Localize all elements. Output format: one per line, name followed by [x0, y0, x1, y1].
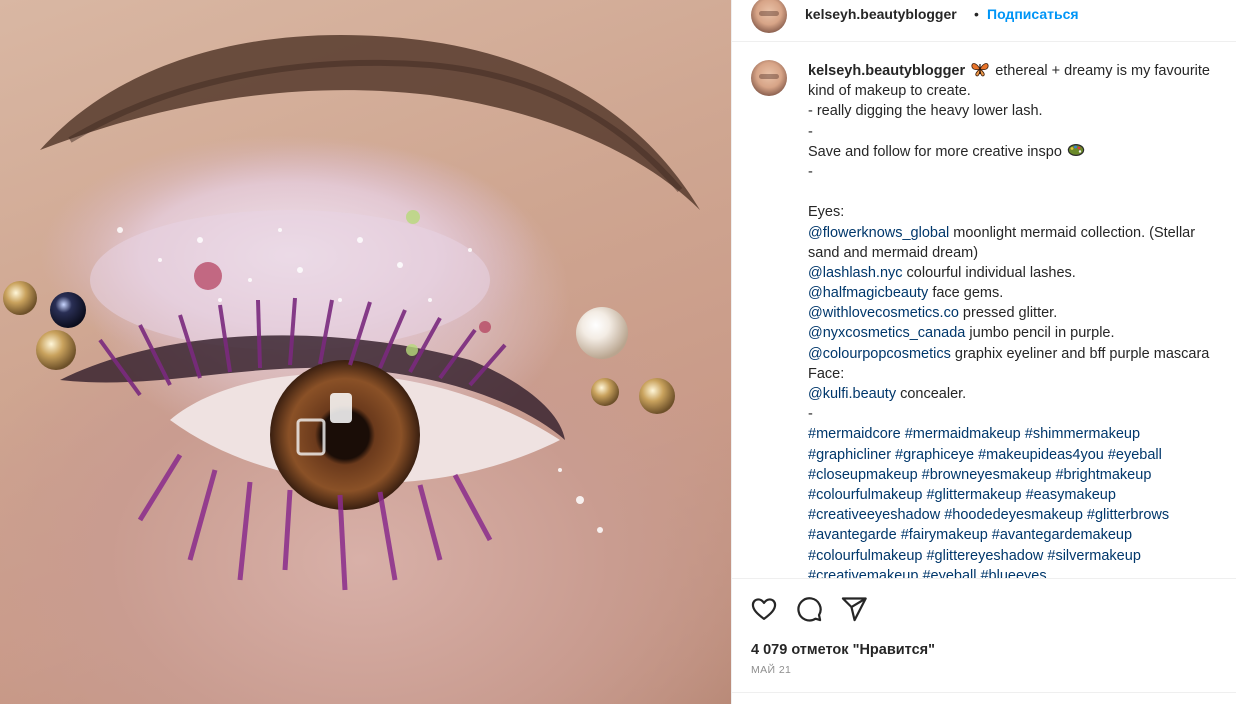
mention-link[interactable]: @halfmagicbeauty [808, 285, 928, 301]
caption-line: #mermaidcore #mermaidmakeup #shimmermake… [808, 424, 1236, 444]
follow-button[interactable]: Подписаться [987, 6, 1079, 22]
caption-text: - really digging the heavy lower lash. [808, 103, 1043, 120]
caption-text: pressed glitter. [958, 305, 1058, 322]
hashtag-link[interactable]: #graphicliner #graphiceye #makeupideas4y… [808, 447, 1162, 463]
comment-icon[interactable] [795, 595, 823, 623]
author-avatar[interactable] [751, 0, 787, 33]
caption-text: face gems. [928, 285, 1004, 302]
caption-line: #colourfulmakeup #glittereyeshadow #silv… [808, 546, 1236, 566]
caption-text: concealer. [896, 386, 967, 402]
caption-line: @kulfi.beauty concealer. [808, 384, 1236, 404]
caption-line: #avantegarde #fairymakeup #avantegardema… [808, 525, 1236, 545]
butterfly-emoji-icon [971, 63, 989, 77]
post-date[interactable]: МАЙ 21 [751, 664, 791, 676]
mention-link[interactable]: @withlovecosmetics.co [808, 305, 959, 321]
post-side-panel: kelseyh.beautyblogger • Подписаться kels… [731, 0, 1236, 704]
caption-line: - really digging the heavy lower lash. [808, 101, 1236, 121]
caption-line: #creativemakeup #eyeball #blueeyes [808, 566, 1236, 578]
caption-lines: kind of makeup to create. - really diggin… [808, 81, 1236, 578]
post-caption: kelseyh.beautyblogger ethereal + dreamy … [808, 61, 1236, 578]
caption-text: - [808, 406, 813, 423]
post-actions: 4 079 отметок "Нравится" МАЙ 21 [732, 578, 1236, 704]
caption-line: Eyes: [808, 202, 1236, 222]
hashtag-link[interactable]: #colourfulmakeup #glittermakeup #easymak… [808, 487, 1116, 503]
caption-line: - [808, 404, 1236, 424]
caption-line: @withlovecosmetics.co pressed glitter. [808, 303, 1236, 323]
hashtag-link[interactable]: #mermaidcore #mermaidmakeup #shimmermake… [808, 426, 1140, 442]
caption-line: sand and mermaid dream) [808, 243, 1236, 263]
caption-line: @nyxcosmetics_canada jumbo pencil in pur… [808, 323, 1236, 343]
caption-text: Save and follow for more creative inspo [808, 143, 1062, 160]
palette-emoji-icon [1067, 143, 1085, 156]
hashtag-link[interactable]: #creativemakeup #eyeball #blueeyes [808, 568, 1047, 578]
caption-text: Face: [808, 365, 845, 382]
caption-line: @flowerknows_global moonlight mermaid co… [808, 223, 1236, 243]
mention-link[interactable]: @flowerknows_global [808, 225, 949, 241]
caption-text: - [808, 123, 813, 140]
author-username[interactable]: kelseyh.beautyblogger [805, 6, 957, 22]
caption-text: moonlight mermaid collection. (Stellar [949, 224, 1196, 241]
caption-line: #closeupmakeup #browneyesmakeup #brightm… [808, 465, 1236, 485]
hashtag-link[interactable]: #avantegarde #fairymakeup #avantegardema… [808, 527, 1132, 543]
caption-line [808, 182, 1236, 202]
eye-makeup-illustration [3, 34, 700, 591]
caption-line: #graphicliner #graphiceye #makeupideas4y… [808, 445, 1236, 465]
caption-text: colourful individual lashes. [902, 264, 1076, 281]
mention-link[interactable]: @lashlash.nyc [808, 265, 903, 281]
separator-dot: • [974, 6, 979, 22]
caption-line-text: ethereal + dreamy is my favourite [995, 63, 1210, 79]
caption-text: - [808, 163, 813, 180]
caption-line: - [808, 162, 1236, 182]
post-header: kelseyh.beautyblogger • Подписаться [732, 0, 1236, 42]
likes-count[interactable]: 4 079 отметок "Нравится" [751, 642, 935, 658]
mention-link[interactable]: @colourpopcosmetics [808, 346, 951, 362]
caption-line: @halfmagicbeauty face gems. [808, 283, 1236, 303]
caption-username[interactable]: kelseyh.beautyblogger [808, 63, 965, 79]
caption-line: @colourpopcosmetics graphix eyeliner and… [808, 344, 1236, 364]
caption-line: kind of makeup to create. [808, 81, 1236, 101]
mention-link[interactable]: @kulfi.beauty [808, 386, 896, 402]
post-image[interactable] [0, 0, 731, 704]
caption-line: @lashlash.nyc colourful individual lashe… [808, 263, 1236, 283]
caption-author-avatar[interactable] [751, 60, 787, 96]
divider [732, 692, 1236, 693]
heart-icon[interactable] [750, 595, 778, 623]
caption-text: graphix eyeliner and bff purple mascara [950, 345, 1210, 362]
caption-text: kind of makeup to create. [808, 83, 971, 100]
caption-scroll-area[interactable]: kelseyh.beautyblogger ethereal + dreamy … [732, 43, 1236, 578]
hashtag-link[interactable]: #colourfulmakeup #glittereyeshadow #silv… [808, 548, 1141, 564]
caption-text: Eyes: [808, 204, 845, 221]
caption-line: Face: [808, 364, 1236, 384]
caption-line: Save and follow for more creative inspo [808, 142, 1236, 162]
caption-line-first: kelseyh.beautyblogger ethereal + dreamy … [808, 61, 1236, 81]
hashtag-link[interactable]: #creativeeyeshadow #hoodedeyesmakeup #gl… [808, 507, 1169, 523]
caption-line: - [808, 122, 1236, 142]
mention-link[interactable]: @nyxcosmetics_canada [808, 325, 965, 341]
caption-text: sand and mermaid dream) [808, 244, 979, 261]
caption-line: #creativeeyeshadow #hoodedeyesmakeup #gl… [808, 505, 1236, 525]
send-icon[interactable] [840, 595, 868, 623]
hashtag-link[interactable]: #closeupmakeup #browneyesmakeup #brightm… [808, 467, 1151, 483]
caption-text: jumbo pencil in purple. [965, 325, 1115, 342]
caption-line: #colourfulmakeup #glittermakeup #easymak… [808, 485, 1236, 505]
